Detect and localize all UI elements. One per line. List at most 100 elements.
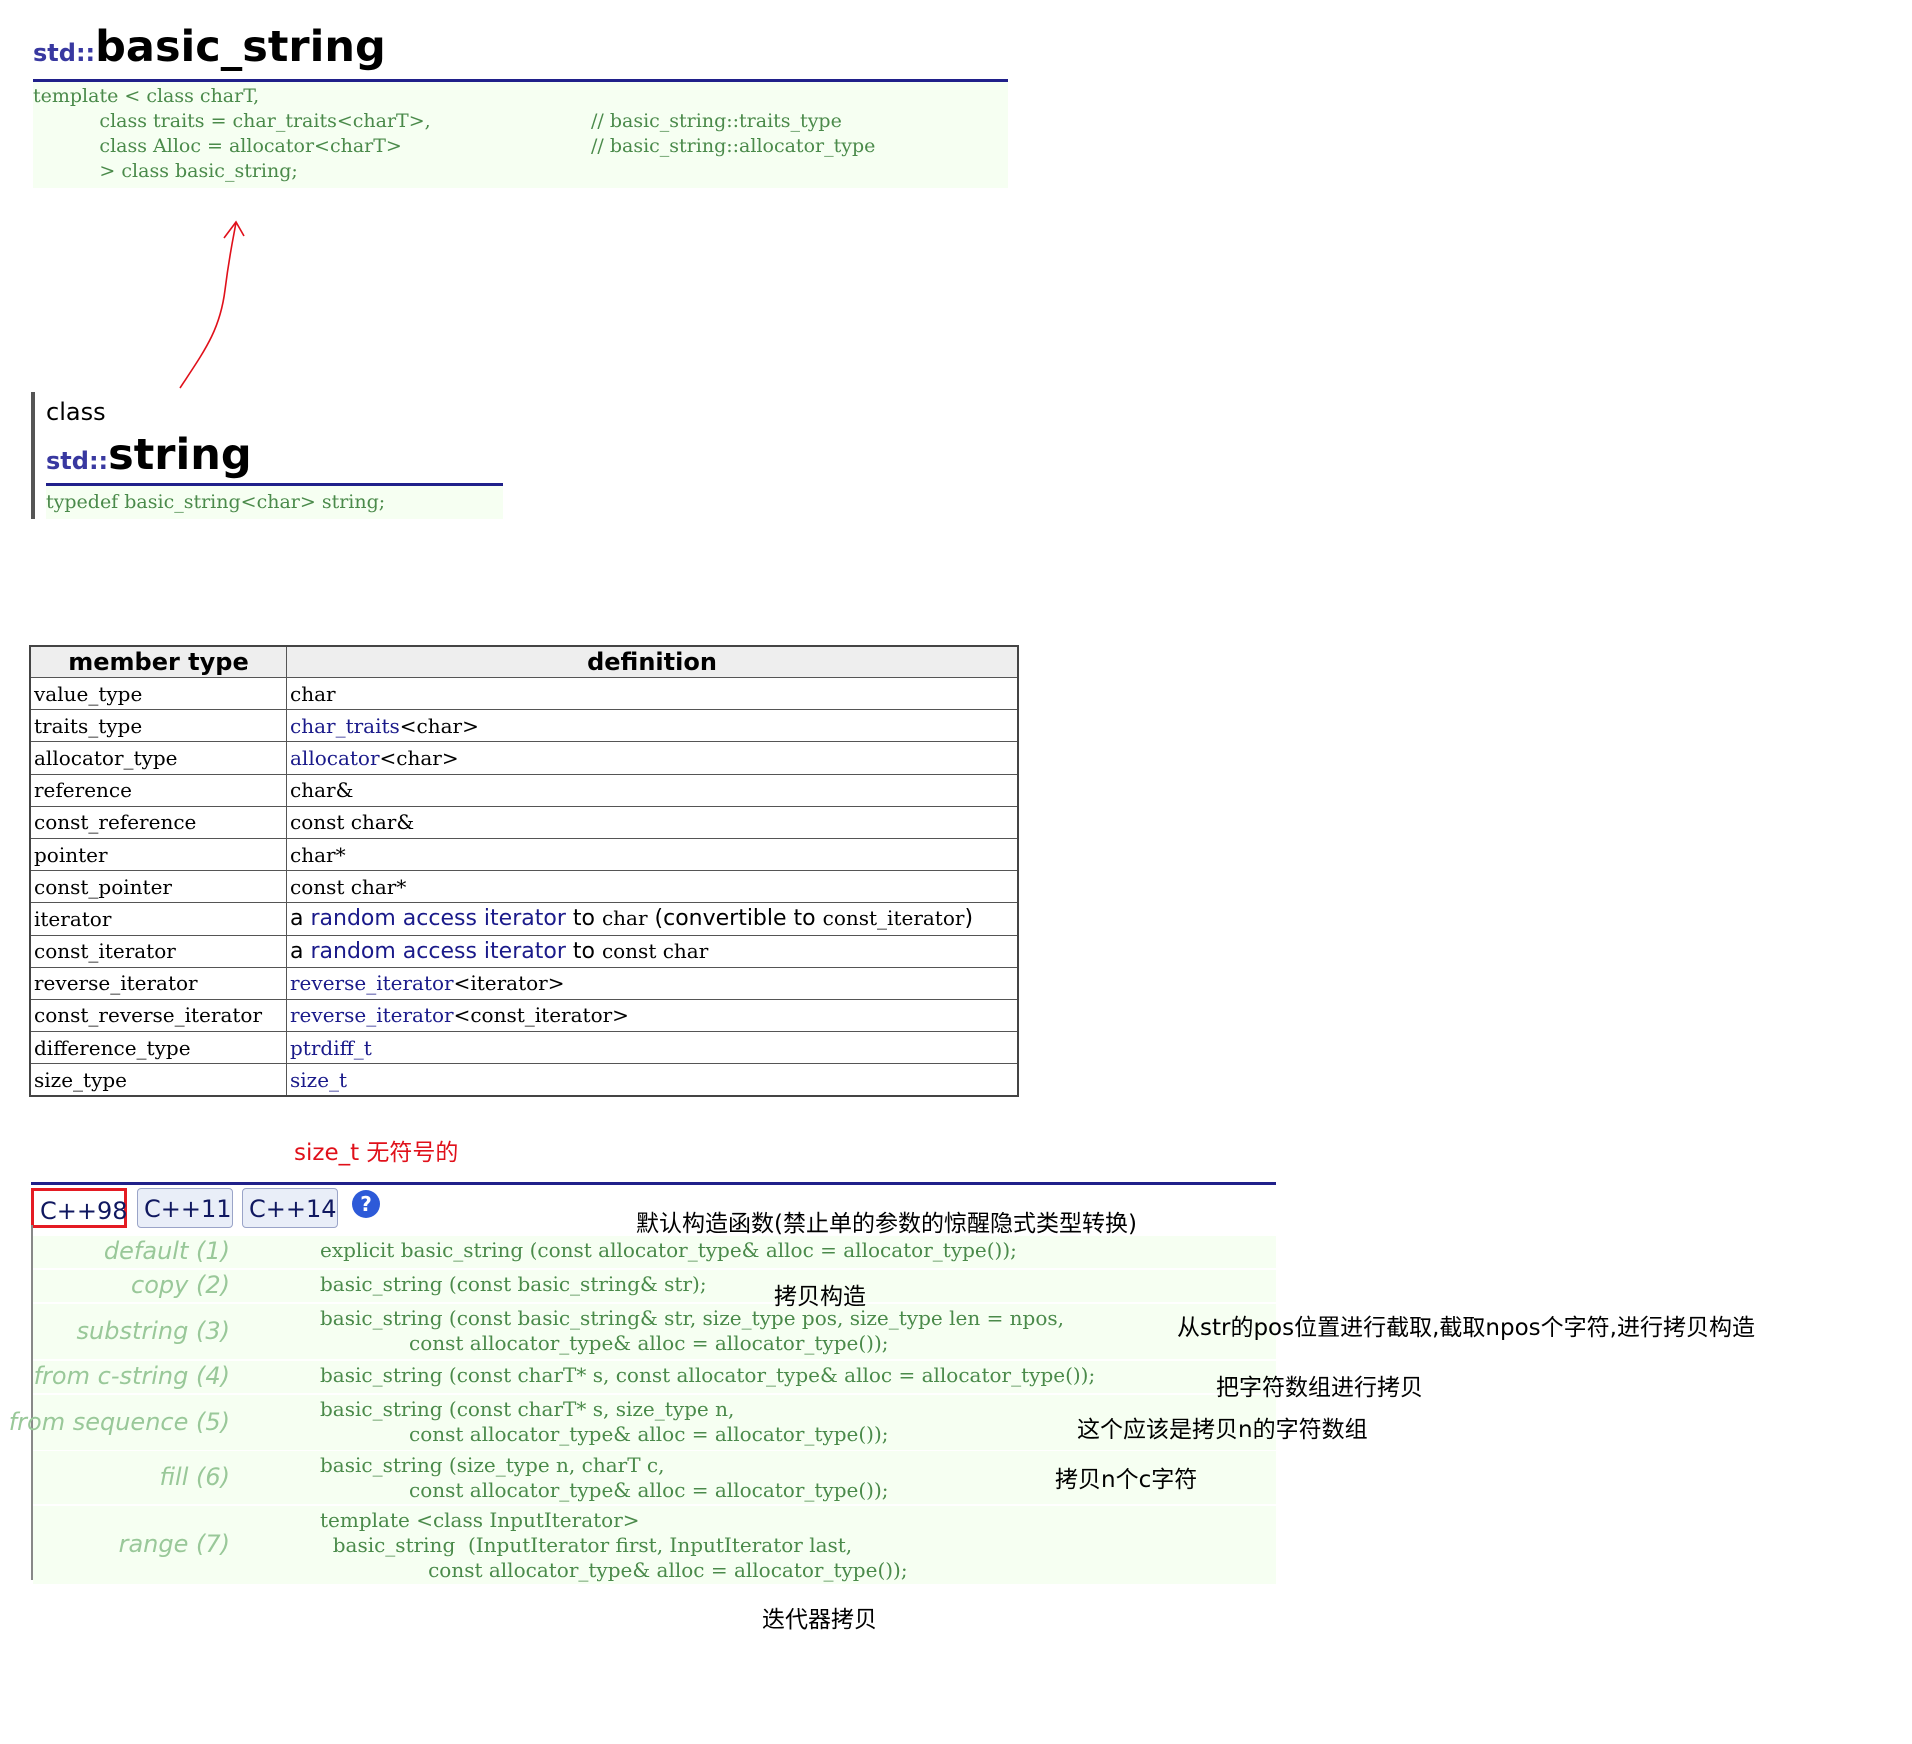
default-ctor-note: 默认构造函数(禁止单的参数的惊醒隐式类型转换) <box>636 1211 1137 1237</box>
table-row: difference_type ptrdiff_t <box>29 1031 1019 1065</box>
definition-cell: ptrdiff_t <box>286 1031 1019 1065</box>
definition-text: (convertible to <box>647 906 823 932</box>
table-row: const_pointer const char* <box>29 870 1019 904</box>
definition-text: char& <box>290 778 354 803</box>
constructor-row: copy (2) basic_string (const basic_string… <box>33 1270 1276 1302</box>
definition-text: <char> <box>399 713 479 738</box>
section-bar <box>31 392 35 519</box>
definition-link[interactable]: size_t <box>290 1068 347 1092</box>
class-label: class <box>46 398 106 426</box>
code-line: basic_string (size_type n, charT c, <box>320 1453 665 1477</box>
constructor-signature: basic_string (const basic_string& str, s… <box>320 1306 1064 1356</box>
member-type-cell: iterator <box>29 902 287 936</box>
size-t-note: size_t 无符号的 <box>294 1140 459 1166</box>
definition-text: char <box>290 681 336 706</box>
definition-link[interactable]: ptrdiff_t <box>290 1036 372 1060</box>
page-title: std::basic_string <box>33 22 386 72</box>
code-line: template <class InputIterator> <box>320 1508 640 1532</box>
code-line: > class basic_string; <box>33 160 298 182</box>
string-title: std::string <box>46 430 252 480</box>
code-line: const allocator_type& alloc = allocator_… <box>320 1558 908 1582</box>
definition-text: const char& <box>290 810 415 835</box>
tab-cpp14[interactable]: C++14 <box>242 1188 338 1228</box>
table-row: traits_type char_traits<char> <box>29 709 1019 743</box>
namespace-label: std:: <box>33 39 96 67</box>
table-row: const_reverse_iterator reverse_iterator<c… <box>29 998 1019 1033</box>
class-name: basic_string <box>95 22 386 72</box>
definition-text: <iterator> <box>453 971 565 996</box>
code-line: const allocator_type& alloc = allocator_… <box>320 1422 889 1446</box>
member-type-cell: reference <box>29 773 287 807</box>
member-types-table: member type definition value_type char tra… <box>29 645 1019 1098</box>
definition-text: <char> <box>379 745 459 770</box>
constructor-label: default (1) <box>103 1237 230 1265</box>
column-header: definition <box>286 645 1019 678</box>
definition-cell: char_traits<char> <box>286 709 1019 743</box>
definition-cell: reverse_iterator<iterator> <box>286 966 1019 1000</box>
constructor-label: from c-string (4) <box>33 1362 230 1390</box>
table-header-row: member type definition <box>29 645 1019 678</box>
constructor-signature: basic_string (size_type n, charT c, cons… <box>320 1453 889 1503</box>
definition-cell: const char* <box>286 870 1019 904</box>
definition-cell: a random access iterator to const char <box>286 934 1019 968</box>
definition-cell: allocator<char> <box>286 741 1019 775</box>
help-icon[interactable]: ? <box>352 1190 380 1218</box>
definition-link[interactable]: allocator <box>290 746 380 770</box>
definition-code: const_iterator <box>822 906 965 931</box>
member-type-cell: const_iterator <box>29 934 287 968</box>
class-name: string <box>108 430 252 480</box>
definition-code: char <box>601 906 648 931</box>
definition-cell: char& <box>286 773 1019 807</box>
member-type-cell: difference_type <box>29 1031 287 1065</box>
member-type-cell: const_pointer <box>29 870 287 904</box>
code-comment: // basic_string::traits_type <box>591 110 842 132</box>
constructor-label: from sequence (5) <box>8 1407 230 1436</box>
code-line: basic_string (InputIterator first, Input… <box>320 1533 853 1557</box>
code-line: basic_string (const charT* s, const allo… <box>320 1363 1096 1387</box>
fill-note: 拷贝n个c字符 <box>1055 1467 1198 1493</box>
code-line: const allocator_type& alloc = allocator_… <box>320 1478 889 1502</box>
member-type-cell: const_reference <box>29 805 287 839</box>
definition-text: a <box>290 906 311 932</box>
iterator-link[interactable]: random access iterator <box>310 906 565 931</box>
code-line: class traits = char_traits<charT>, <box>33 110 431 132</box>
constructor-signature: basic_string (const basic_string& str); <box>320 1272 707 1297</box>
definition-text: ) <box>964 906 974 932</box>
table-row: size_type size_t <box>29 1063 1019 1097</box>
tab-cpp98[interactable]: C++98 <box>31 1188 128 1228</box>
range-note: 迭代器拷贝 <box>762 1607 877 1633</box>
code-line: template < class charT, <box>33 85 260 107</box>
code-line: basic_string (const charT* s, size_type … <box>320 1397 735 1421</box>
constructor-label: fill (6) <box>159 1462 230 1491</box>
constructor-label: range (7) <box>118 1530 230 1558</box>
definition-cell: size_t <box>286 1063 1019 1097</box>
member-type-cell: const_reverse_iterator <box>29 998 287 1033</box>
constructor-row: range (7) template <class InputIterator> … <box>33 1506 1276 1584</box>
definition-link[interactable]: reverse_iterator <box>290 1003 454 1027</box>
definition-text: a <box>290 938 311 964</box>
definition-link[interactable]: reverse_iterator <box>290 971 454 995</box>
table-row: reference char& <box>29 773 1019 807</box>
column-header: member type <box>29 645 287 678</box>
substring-note: 从str的pos位置进行截取,截取npos个字符,进行拷贝构造 <box>1177 1315 1755 1341</box>
table-row: iterator a random access iterator to char… <box>29 902 1019 936</box>
c-string-note: 把字符数组进行拷贝 <box>1216 1375 1423 1401</box>
annotation-arrow <box>179 220 245 389</box>
table-row: allocator_type allocator<char> <box>29 741 1019 775</box>
template-declaration: template < class charT, class traits = c… <box>33 82 1008 188</box>
code-line: const allocator_type& alloc = allocator_… <box>320 1331 889 1355</box>
definition-text: char* <box>290 842 346 867</box>
table-row: value_type char <box>29 676 1019 711</box>
iterator-link[interactable]: random access iterator <box>310 939 565 964</box>
definition-cell: char <box>286 676 1019 711</box>
table-row: const_iterator a random access iterator t… <box>29 934 1019 968</box>
tabs-divider <box>31 1182 1276 1185</box>
definition-link[interactable]: char_traits <box>290 714 400 738</box>
tab-cpp11[interactable]: C++11 <box>137 1188 233 1228</box>
code-line: basic_string (const basic_string& str, s… <box>320 1306 1065 1330</box>
table-row: pointer char* <box>29 837 1019 872</box>
member-type-cell: pointer <box>29 837 287 872</box>
constructor-row: substring (3) basic_string (const basic_s… <box>33 1304 1276 1359</box>
sequence-note: 这个应该是拷贝n的字符数组 <box>1077 1417 1368 1443</box>
definition-cell: const char& <box>286 805 1019 839</box>
